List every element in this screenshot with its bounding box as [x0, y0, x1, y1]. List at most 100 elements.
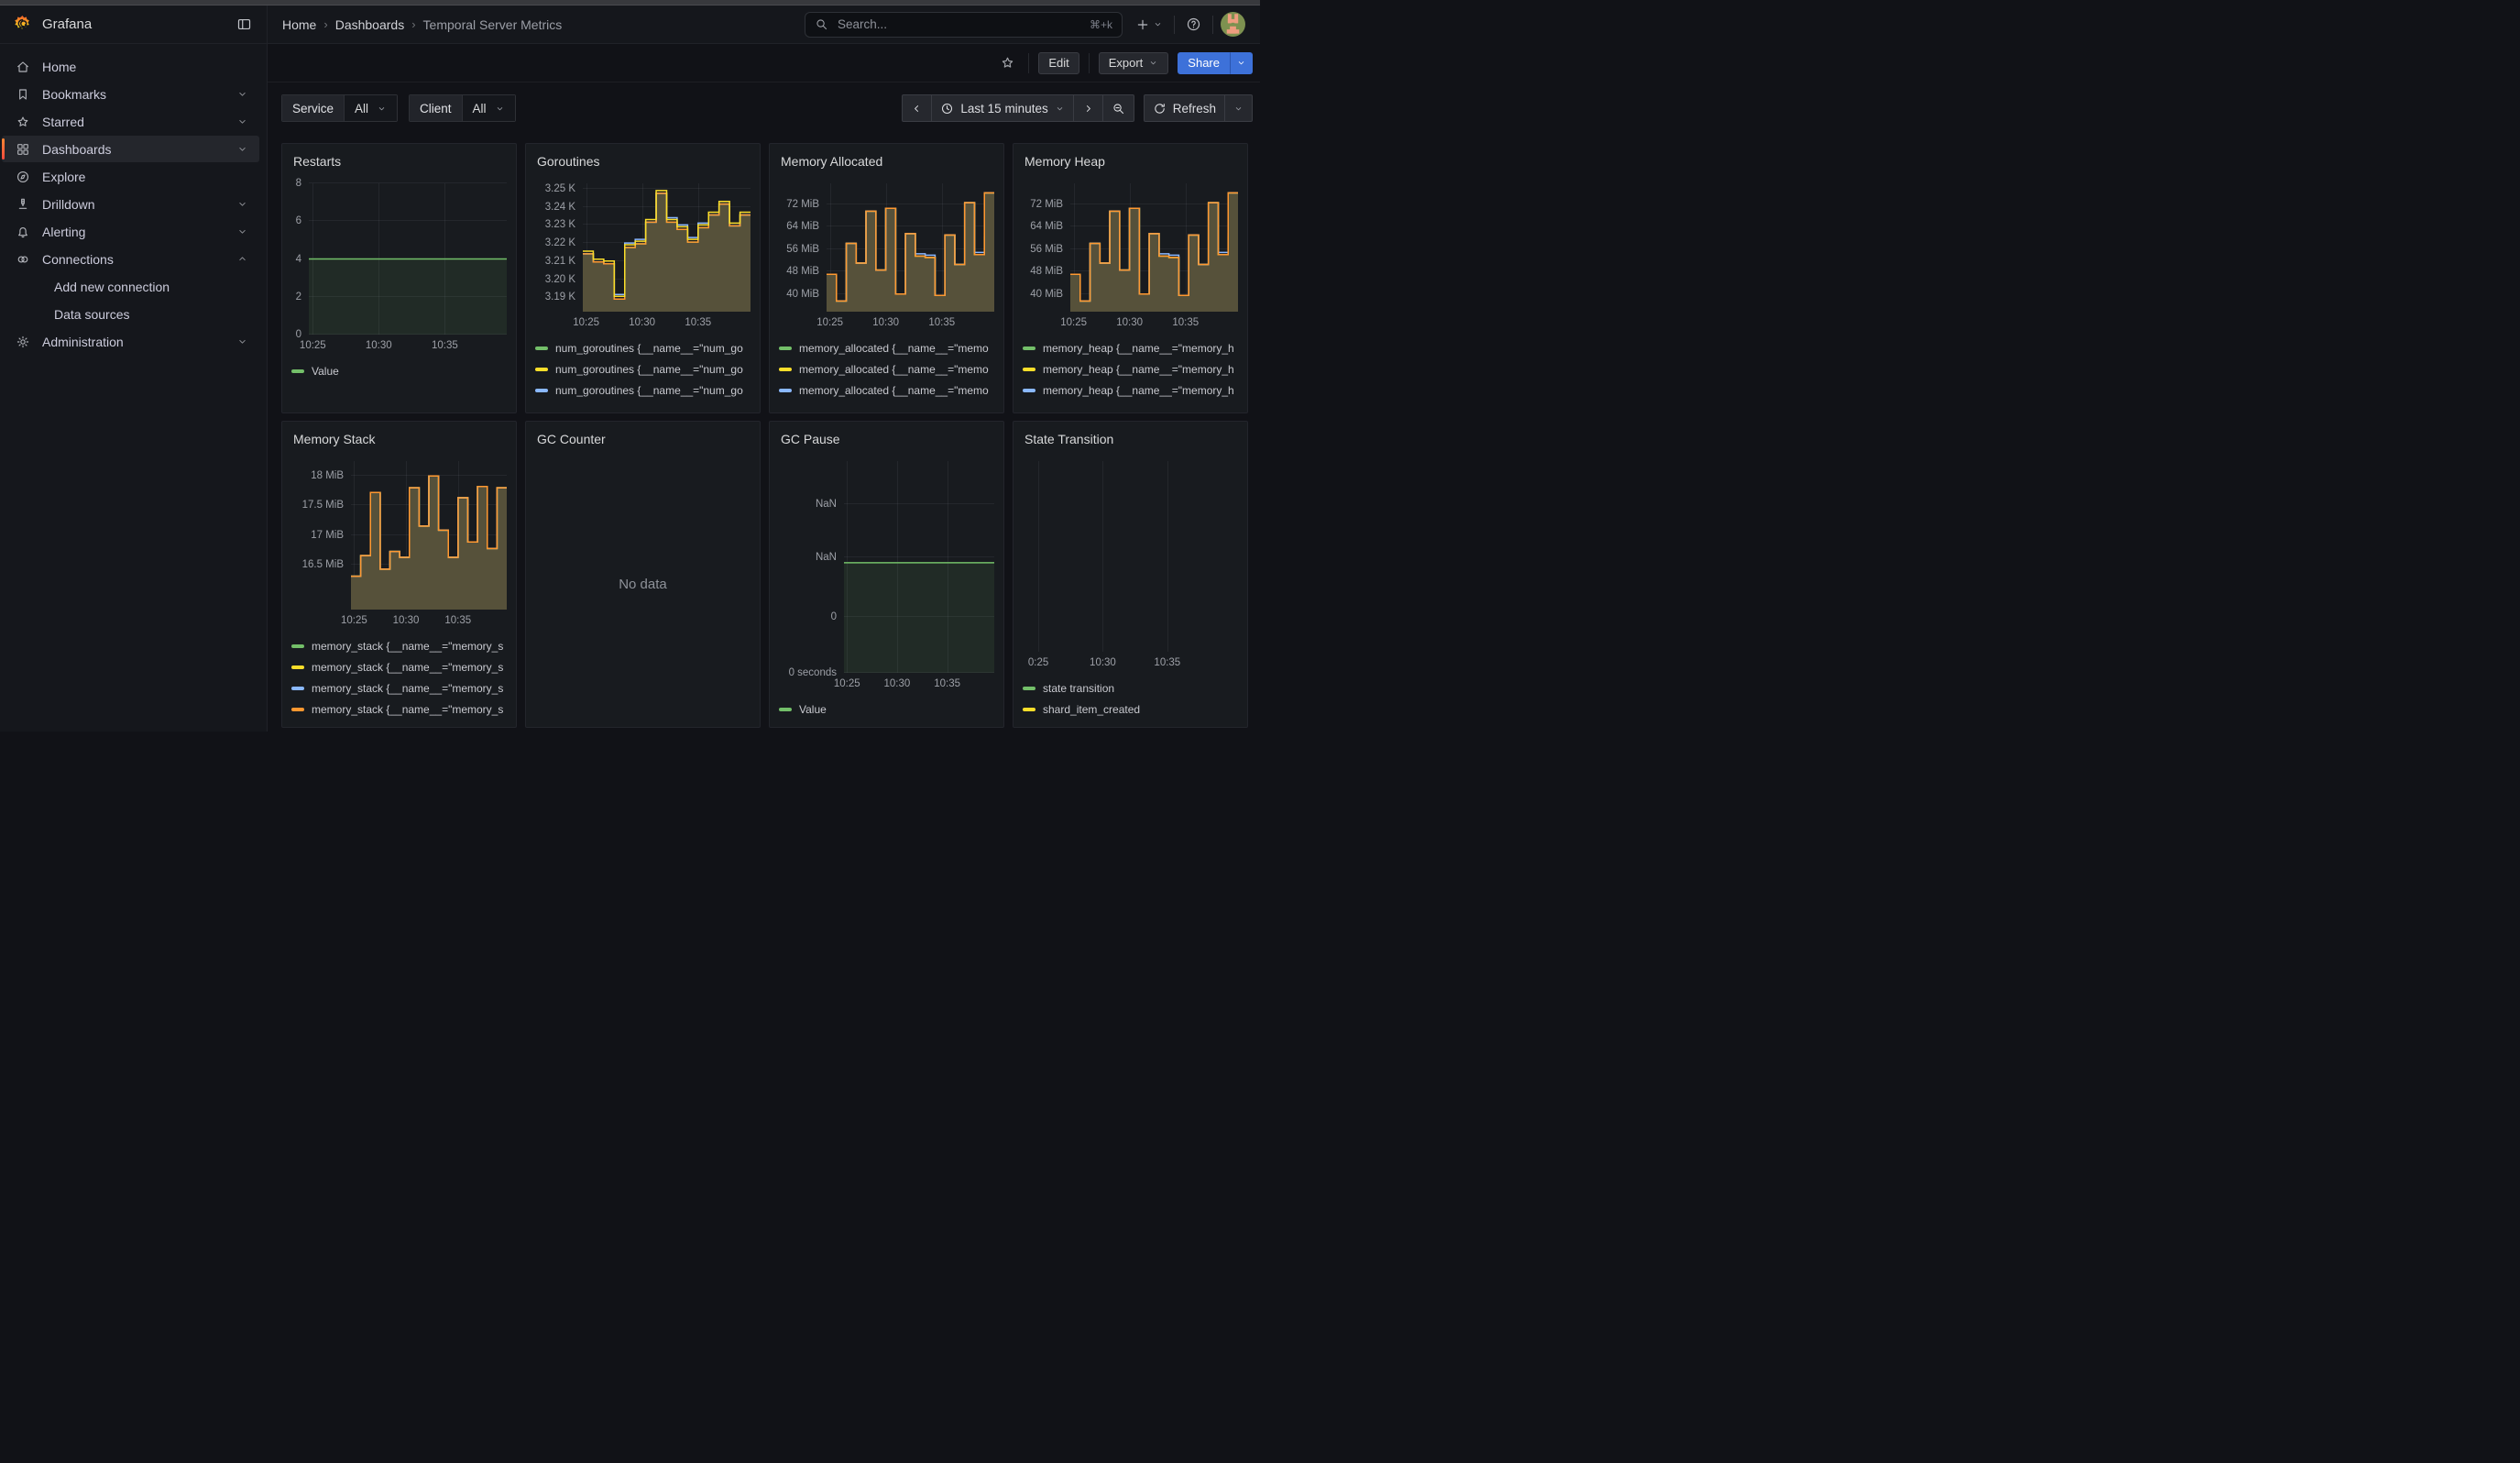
- refresh-button[interactable]: Refresh: [1144, 94, 1225, 122]
- legend-item[interactable]: Value: [291, 360, 507, 381]
- edit-button[interactable]: Edit: [1038, 52, 1079, 74]
- plot-canvas[interactable]: [309, 183, 507, 335]
- chevron-down-icon: [495, 104, 505, 114]
- favorite-star-button[interactable]: [996, 51, 1019, 74]
- legend-item[interactable]: shard_item_created: [1023, 698, 1238, 720]
- breadcrumb-item[interactable]: Home: [282, 17, 316, 32]
- time-back-button[interactable]: [902, 94, 932, 122]
- time-range-picker[interactable]: Last 15 minutes: [931, 94, 1073, 122]
- chart-svg: [351, 461, 507, 610]
- service-variable-select[interactable]: All: [344, 95, 397, 121]
- plot-canvas[interactable]: [1070, 183, 1238, 312]
- legend-item[interactable]: Value: [779, 698, 994, 720]
- service-variable-label: Service: [282, 95, 344, 121]
- sidebar-item-home[interactable]: Home: [2, 53, 259, 80]
- legend-series-marker: [1023, 346, 1035, 350]
- chevron-down-icon[interactable]: [236, 198, 248, 210]
- plot-canvas[interactable]: [1030, 461, 1238, 652]
- legend-item[interactable]: memory_allocated {__name__="memo: [779, 380, 994, 401]
- legend-series-marker: [291, 644, 304, 648]
- sidebar-item-alerting[interactable]: Alerting: [2, 218, 259, 245]
- chevron-up-icon[interactable]: [236, 253, 248, 265]
- sidebar-item-label: Home: [42, 60, 76, 74]
- sidebar-item-administration[interactable]: Administration: [2, 328, 259, 355]
- x-tick-label: 10:25: [834, 678, 860, 689]
- panel-title[interactable]: State Transition: [1023, 429, 1238, 449]
- legend-series-marker: [1023, 368, 1035, 371]
- x-tick-label: 10:30: [366, 340, 392, 351]
- share-menu-button[interactable]: [1230, 52, 1253, 74]
- refresh-interval-button[interactable]: [1224, 94, 1253, 122]
- legend-item[interactable]: memory_heap {__name__="memory_h: [1023, 401, 1238, 405]
- plot-canvas[interactable]: [351, 461, 507, 610]
- x-axis: 0:2510:3010:35: [1030, 657, 1238, 672]
- x-tick-label: 10:25: [300, 340, 326, 351]
- sidebar-item-starred[interactable]: Starred: [2, 108, 259, 135]
- nav-divider: [1174, 16, 1175, 34]
- plot-canvas[interactable]: [583, 183, 751, 312]
- panel-title[interactable]: Goroutines: [535, 151, 751, 171]
- breadcrumb: Home›Dashboards›Temporal Server Metrics: [282, 17, 562, 32]
- y-tick-label: NaN: [816, 499, 837, 510]
- legend-series-label: memory_stack {__name__="memory_s: [312, 682, 503, 695]
- legend-item[interactable]: num_goroutines {__name__="num_go: [535, 380, 751, 401]
- help-button[interactable]: [1182, 13, 1205, 36]
- legend-item[interactable]: memory_heap {__name__="memory_h: [1023, 380, 1238, 401]
- time-forward-button[interactable]: [1073, 94, 1103, 122]
- export-button[interactable]: Export: [1099, 52, 1169, 74]
- legend-item[interactable]: memory_heap {__name__="memory_h: [1023, 337, 1238, 358]
- user-avatar[interactable]: [1221, 12, 1245, 37]
- legend-item[interactable]: memory_allocated {__name__="memo: [779, 358, 994, 380]
- panel-title[interactable]: GC Counter: [535, 429, 751, 449]
- dashboard-area: Service All Client All Last 15 minutes: [268, 82, 1260, 732]
- panel-title[interactable]: Memory Allocated: [779, 151, 994, 171]
- legend-item[interactable]: state transition: [1023, 677, 1238, 698]
- legend-item[interactable]: memory_stack {__name__="memory_s: [291, 656, 507, 677]
- y-tick-label: 17.5 MiB: [302, 500, 344, 511]
- legend-series-label: memory_allocated {__name__="memo: [799, 384, 989, 397]
- legend-item[interactable]: num_goroutines {__name__="num_go: [535, 337, 751, 358]
- sidebar-item-explore[interactable]: Explore: [2, 163, 259, 190]
- sidebar-item-data-sources[interactable]: Data sources: [2, 301, 259, 327]
- sidebar-item-drilldown[interactable]: Drilldown: [2, 191, 259, 217]
- add-new-button[interactable]: [1132, 14, 1167, 36]
- panel-title[interactable]: GC Pause: [779, 429, 994, 449]
- chevron-down-icon[interactable]: [236, 143, 248, 155]
- legend-series-label: shard_item_created: [1043, 703, 1140, 716]
- y-tick-label: 3.21 K: [545, 256, 575, 267]
- panel-title[interactable]: Restarts: [291, 151, 507, 171]
- search-input[interactable]: ⌘+k: [805, 12, 1123, 38]
- collapse-sidebar-button[interactable]: [235, 15, 254, 34]
- time-zoom-out-button[interactable]: [1102, 94, 1134, 122]
- legend-item[interactable]: memory_stack {__name__="memory_s: [291, 635, 507, 656]
- legend-item[interactable]: memory_allocated {__name__="memo: [779, 337, 994, 358]
- chevron-down-icon[interactable]: [236, 88, 248, 100]
- legend-series-label: memory_allocated {__name__="memo: [799, 342, 989, 355]
- sidebar-item-dashboards[interactable]: Dashboards: [2, 136, 259, 162]
- legend-item[interactable]: memory_stack {__name__="memory_s: [291, 677, 507, 698]
- plot-canvas[interactable]: [844, 461, 994, 673]
- sidebar-item-connections[interactable]: Connections: [2, 246, 259, 272]
- legend-item[interactable]: memory_allocated {__name__="memo: [779, 401, 994, 405]
- panel-title[interactable]: Memory Stack: [291, 429, 507, 449]
- chevron-down-icon: [1148, 58, 1158, 68]
- chevron-down-icon[interactable]: [236, 336, 248, 347]
- legend-item[interactable]: memory_stack {__name__="memory_s: [291, 698, 507, 720]
- legend-item[interactable]: num_goroutines {__name__="num_go: [535, 358, 751, 380]
- chevron-down-icon[interactable]: [236, 226, 248, 237]
- panel-title[interactable]: Memory Heap: [1023, 151, 1238, 171]
- legend-series-label: num_goroutines {__name__="num_go: [555, 405, 743, 406]
- chevron-down-icon[interactable]: [236, 116, 248, 127]
- legend-item[interactable]: memory_heap {__name__="memory_h: [1023, 358, 1238, 380]
- breadcrumb-item[interactable]: Dashboards: [335, 17, 405, 32]
- legend-item[interactable]: num_goroutines {__name__="num_go: [535, 401, 751, 405]
- client-variable-select[interactable]: All: [462, 95, 515, 121]
- search-field[interactable]: [836, 16, 1082, 32]
- sidebar-item-bookmarks[interactable]: Bookmarks: [2, 81, 259, 107]
- sidebar-item-add-new-connection[interactable]: Add new connection: [2, 273, 259, 300]
- share-button[interactable]: Share: [1178, 52, 1230, 74]
- legend-series-marker: [1023, 389, 1035, 392]
- plot-canvas[interactable]: [827, 183, 994, 312]
- star-outline-icon: [1000, 55, 1015, 71]
- y-axis: 02468: [291, 183, 309, 335]
